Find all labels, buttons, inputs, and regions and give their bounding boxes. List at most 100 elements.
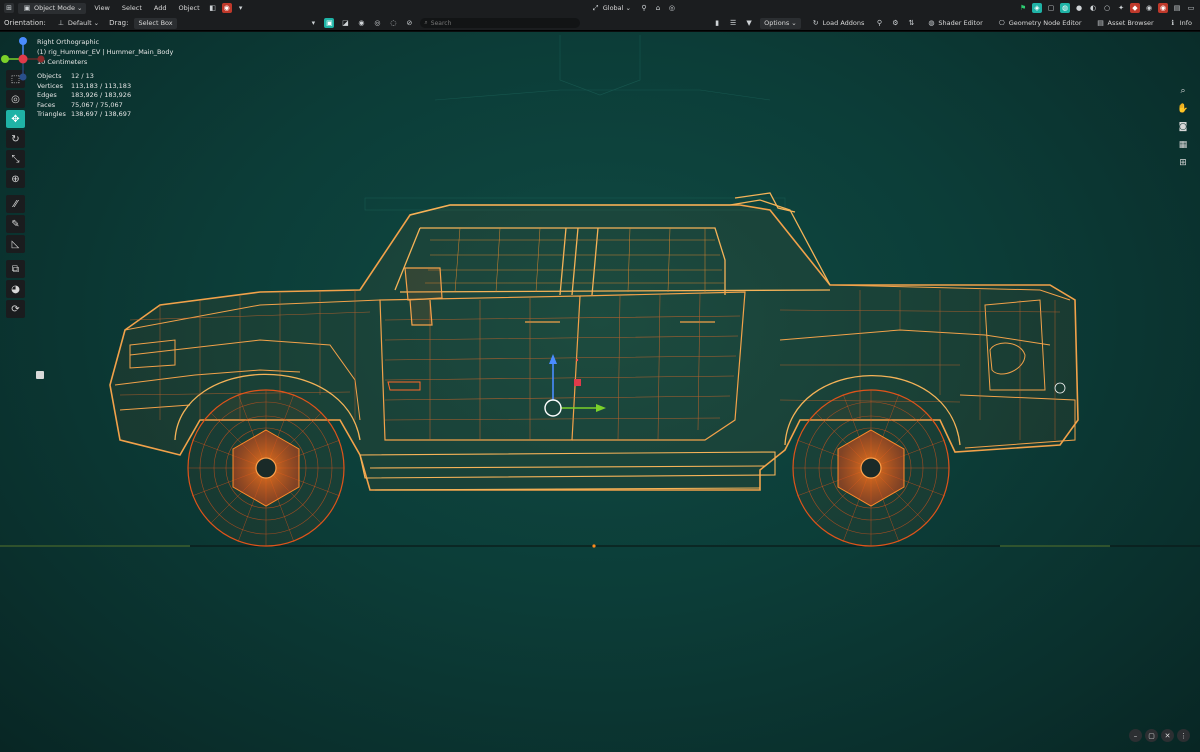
menu-add[interactable]: Add <box>150 3 171 14</box>
camera-view-tool[interactable]: ◙ <box>1176 120 1190 134</box>
close-icon: ✕ <box>1164 731 1171 740</box>
drag-label: Drag: <box>109 19 129 27</box>
rear-wheel <box>792 389 950 547</box>
mode-selector[interactable]: ▣ Object Mode ⌄ <box>18 2 87 14</box>
more-button[interactable]: ⋮ <box>1177 729 1190 742</box>
sculpt-tool[interactable]: ◕ <box>6 280 25 298</box>
measure-tool[interactable]: ◺ <box>6 235 25 253</box>
y-axis-handle[interactable] <box>1 55 9 63</box>
maximize-button[interactable]: ▢ <box>1145 729 1158 742</box>
perspective-toggle[interactable]: ▦ <box>1176 138 1190 152</box>
proportional-icon[interactable]: ▾ <box>236 3 246 13</box>
annotate-tool[interactable]: ⁄⁄ <box>6 195 25 213</box>
info-button[interactable]: ℹ Info <box>1164 18 1196 29</box>
shading-solid-icon[interactable]: ● <box>1074 3 1084 13</box>
search-icon: ⌕ <box>424 19 428 26</box>
overlay-gizmo-icon[interactable]: ⚑ <box>1018 3 1028 13</box>
axis-icon: ⊥ <box>57 19 64 27</box>
stat-value: 12 / 13 <box>71 72 94 80</box>
chevron-down-icon: ⌄ <box>625 4 631 12</box>
scale-tool[interactable]: ⤡ <box>6 150 25 168</box>
camera-filter-icon[interactable]: ◉ <box>356 18 366 28</box>
header-bar: ⊞ ▣ Object Mode ⌄ View Select Add Object… <box>0 0 1200 16</box>
stat-value: 75,067 / 75,067 <box>71 100 123 109</box>
object-path: (1) rig_Hummer_EV | Hummer_Main_Body <box>37 48 174 56</box>
annotate-line-tool[interactable]: ✎ <box>6 215 25 233</box>
scene-icon[interactable]: ✦ <box>1116 3 1126 13</box>
orientation-selector[interactable]: ⊥ Default ⌄ <box>52 18 103 29</box>
x-axis-handle[interactable] <box>18 54 28 64</box>
editor-type-icon[interactable]: ⊞ <box>4 3 14 13</box>
tool-shelf: ⬚ ◎ ✥ ↻ ⤡ ⊕ ⁄⁄ ✎ ◺ ⧉ ◕ ⟳ <box>6 70 26 318</box>
filter-icon[interactable]: ▼ <box>744 18 754 28</box>
tool-settings-bar: Orientation: ⊥ Default ⌄ Drag: Select Bo… <box>0 16 1200 31</box>
spin-tool[interactable]: ⟳ <box>6 300 25 318</box>
stat-value: 113,183 / 113,183 <box>71 81 132 90</box>
z-axis-handle[interactable] <box>19 37 27 45</box>
minimize-button[interactable]: – <box>1129 729 1142 742</box>
menu-view[interactable]: View <box>90 3 113 14</box>
cube-add-icon: ⧉ <box>11 263 20 275</box>
neg-z-axis-handle[interactable] <box>19 73 27 81</box>
sphere-icon: ◕ <box>11 283 20 295</box>
chevron-down-icon: ⌄ <box>76 4 83 12</box>
navigation-gizmo[interactable] <box>0 36 46 82</box>
snap-icon[interactable]: ◉ <box>221 3 232 13</box>
filter-down-icon[interactable]: ▾ <box>308 18 318 28</box>
asset-browser-button[interactable]: ▤ Asset Browser <box>1092 18 1158 29</box>
ground-line <box>0 544 1200 548</box>
empty-filter-icon[interactable]: ◌ <box>388 18 398 28</box>
bookmark-icon[interactable]: ▮ <box>712 18 722 28</box>
menu-object[interactable]: Object <box>175 3 204 14</box>
crosshair-icon: ◎ <box>11 93 20 105</box>
hand-icon: ✋ <box>1177 104 1189 114</box>
other-filter-icon[interactable]: ⊘ <box>404 18 414 28</box>
load-addons-button[interactable]: ↻ Load Addons <box>807 18 869 29</box>
more-icon: ⋮ <box>1180 731 1187 740</box>
transform-orientation-selector[interactable]: ⤢ Global ⌄ <box>587 3 635 14</box>
layers-icon[interactable]: ▤ <box>1172 3 1182 13</box>
zoom-tool[interactable]: ⌕ <box>1176 84 1190 98</box>
shading-wire-icon[interactable]: ◍ <box>1060 3 1070 13</box>
stat-value: 138,697 / 138,697 <box>71 110 132 118</box>
pivot-icon[interactable]: ◧ <box>208 3 218 13</box>
move-tool[interactable]: ✥ <box>6 110 25 128</box>
3d-viewport[interactable]: ⬚ ◎ ✥ ↻ ⤡ ⊕ ⁄⁄ ✎ ◺ ⧉ ◕ ⟳ Right Orthograp… <box>0 32 1200 752</box>
cursor-tool[interactable]: ◎ <box>6 90 25 108</box>
minimize-icon: – <box>1133 731 1138 740</box>
sidebar-toggle-icon[interactable] <box>36 371 44 379</box>
funnel-icon[interactable]: ⚲ <box>874 18 884 28</box>
proportional-edit-icon[interactable]: ◎ <box>667 3 677 13</box>
add-cube-tool[interactable]: ⧉ <box>6 260 25 278</box>
menu-select[interactable]: Select <box>118 3 146 14</box>
shading-render-icon[interactable]: ○ <box>1102 3 1112 13</box>
snap-magnet-icon[interactable]: ⌂ <box>653 3 663 13</box>
search-input[interactable]: ⌕ Search <box>420 18 581 28</box>
settings-icon[interactable]: ⚙ <box>890 18 900 28</box>
chevron-down-icon: ⌄ <box>791 19 797 27</box>
record-icon[interactable]: ◉ <box>1158 3 1168 13</box>
rotate-tool[interactable]: ↻ <box>6 130 25 148</box>
snap-target-icon[interactable]: ⚲ <box>639 3 649 13</box>
local-view-toggle[interactable]: ⊞ <box>1176 156 1190 170</box>
overlay-toggle-icon[interactable]: ◈ <box>1032 3 1042 13</box>
options-button[interactable]: Options ⌄ <box>760 17 801 29</box>
shader-editor-button[interactable]: ◍ Shader Editor <box>922 18 986 29</box>
camera-icon[interactable]: ◉ <box>1144 3 1154 13</box>
transform-tool[interactable]: ⊕ <box>6 170 25 188</box>
shading-material-icon[interactable]: ◐ <box>1088 3 1098 13</box>
pan-tool[interactable]: ✋ <box>1176 102 1190 116</box>
window-icon[interactable]: ▭ <box>1186 3 1196 13</box>
render-icon[interactable]: ◆ <box>1130 3 1140 13</box>
drag-selector[interactable]: Select Box <box>134 17 177 29</box>
neg-x-axis-handle[interactable] <box>37 55 45 63</box>
close-button[interactable]: ✕ <box>1161 729 1174 742</box>
background-guides <box>364 35 786 211</box>
light-filter-icon[interactable]: ◪ <box>340 18 350 28</box>
list-icon[interactable]: ☰ <box>728 18 738 28</box>
sort-icon[interactable]: ⇅ <box>906 18 916 28</box>
armature-filter-icon[interactable]: ◎ <box>372 18 382 28</box>
xray-icon[interactable]: ▢ <box>1046 3 1056 13</box>
geometry-node-editor-button[interactable]: ⎔ Geometry Node Editor <box>993 18 1086 29</box>
mesh-filter-icon[interactable]: ▣ <box>324 18 335 28</box>
